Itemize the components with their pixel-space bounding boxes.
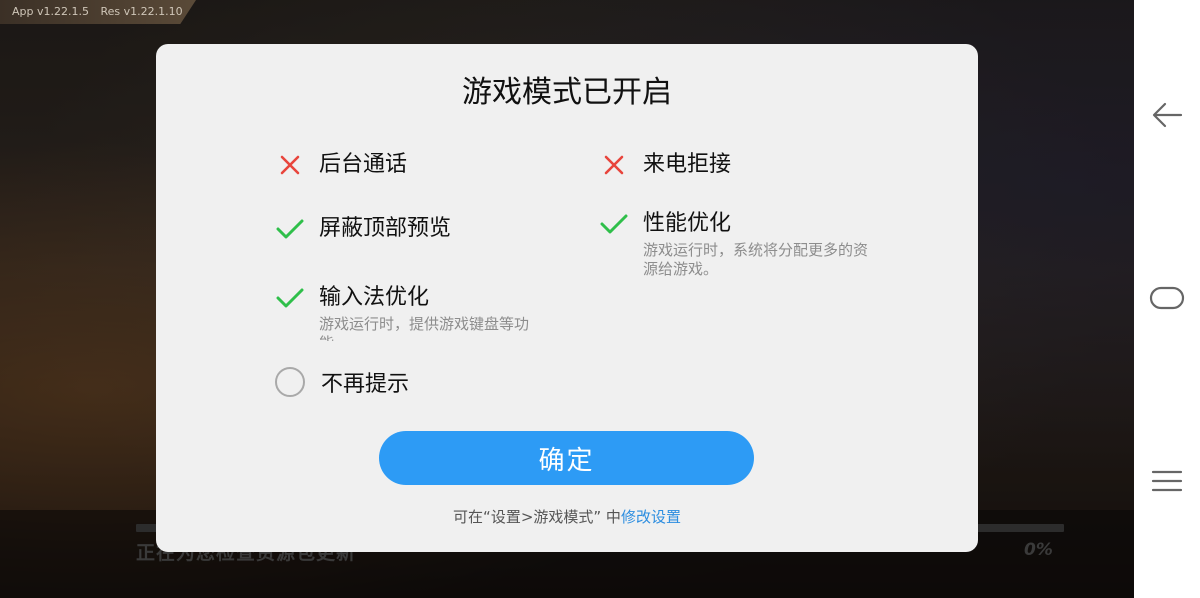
version-badge: App v1.22.1.5 Res v1.22.1.10 (0, 0, 196, 24)
dont-remind-radio[interactable] (275, 367, 305, 397)
feature-description: 游戏运行时，提供游戏键盘等功能。 (319, 315, 530, 341)
feature-input-method-optimization: 输入法优化 游戏运行时，提供游戏键盘等功能。 (275, 283, 555, 341)
feature-label: 来电拒接 (643, 152, 732, 177)
feature-label: 性能优化 (643, 211, 732, 236)
cross-icon (599, 150, 629, 180)
home-button[interactable] (1134, 268, 1200, 328)
dont-remind-label: 不再提示 (321, 372, 410, 397)
check-icon (599, 209, 629, 239)
dont-remind-option[interactable]: 不再提示 (275, 366, 409, 398)
settings-hint: 可在“设置>游戏模式” 中修改设置 (156, 506, 978, 527)
loading-percent: 0% (1024, 540, 1053, 560)
feature-description: 游戏运行时，系统将分配更多的资源给游戏。 (643, 241, 869, 278)
check-icon (275, 214, 305, 244)
feature-performance-optimization: 性能优化 游戏运行时，系统将分配更多的资源给游戏。 (599, 209, 879, 279)
back-arrow-icon (1152, 102, 1183, 128)
settings-hint-text: 可在“设置>游戏模式” 中 (453, 508, 621, 526)
cross-icon (275, 150, 305, 180)
menu-button[interactable] (1134, 451, 1200, 511)
feature-background-call: 后台通话 (275, 150, 407, 180)
confirm-button[interactable]: 确定 (379, 431, 754, 485)
dialog-title: 游戏模式已开启 (462, 75, 672, 110)
feature-block-top-preview: 屏蔽顶部预览 (275, 214, 451, 244)
feature-label: 输入法优化 (319, 285, 430, 310)
check-icon (275, 283, 305, 313)
game-mode-dialog: 游戏模式已开启 后台通话 来电拒接 屏蔽顶部预览 性能优化 游戏运行时，系统将分… (156, 44, 978, 552)
feature-label: 后台通话 (319, 152, 408, 177)
home-icon (1149, 286, 1185, 310)
feature-label: 屏蔽顶部预览 (319, 216, 452, 241)
modify-settings-link[interactable]: 修改设置 (621, 508, 681, 526)
feature-reject-calls: 来电拒接 (599, 150, 731, 180)
res-version: Res v1.22.1.10 (100, 5, 183, 18)
navigation-bar (1134, 0, 1200, 598)
app-version: App v1.22.1.5 (12, 5, 89, 18)
menu-icon (1151, 470, 1183, 492)
back-button[interactable] (1134, 85, 1200, 145)
